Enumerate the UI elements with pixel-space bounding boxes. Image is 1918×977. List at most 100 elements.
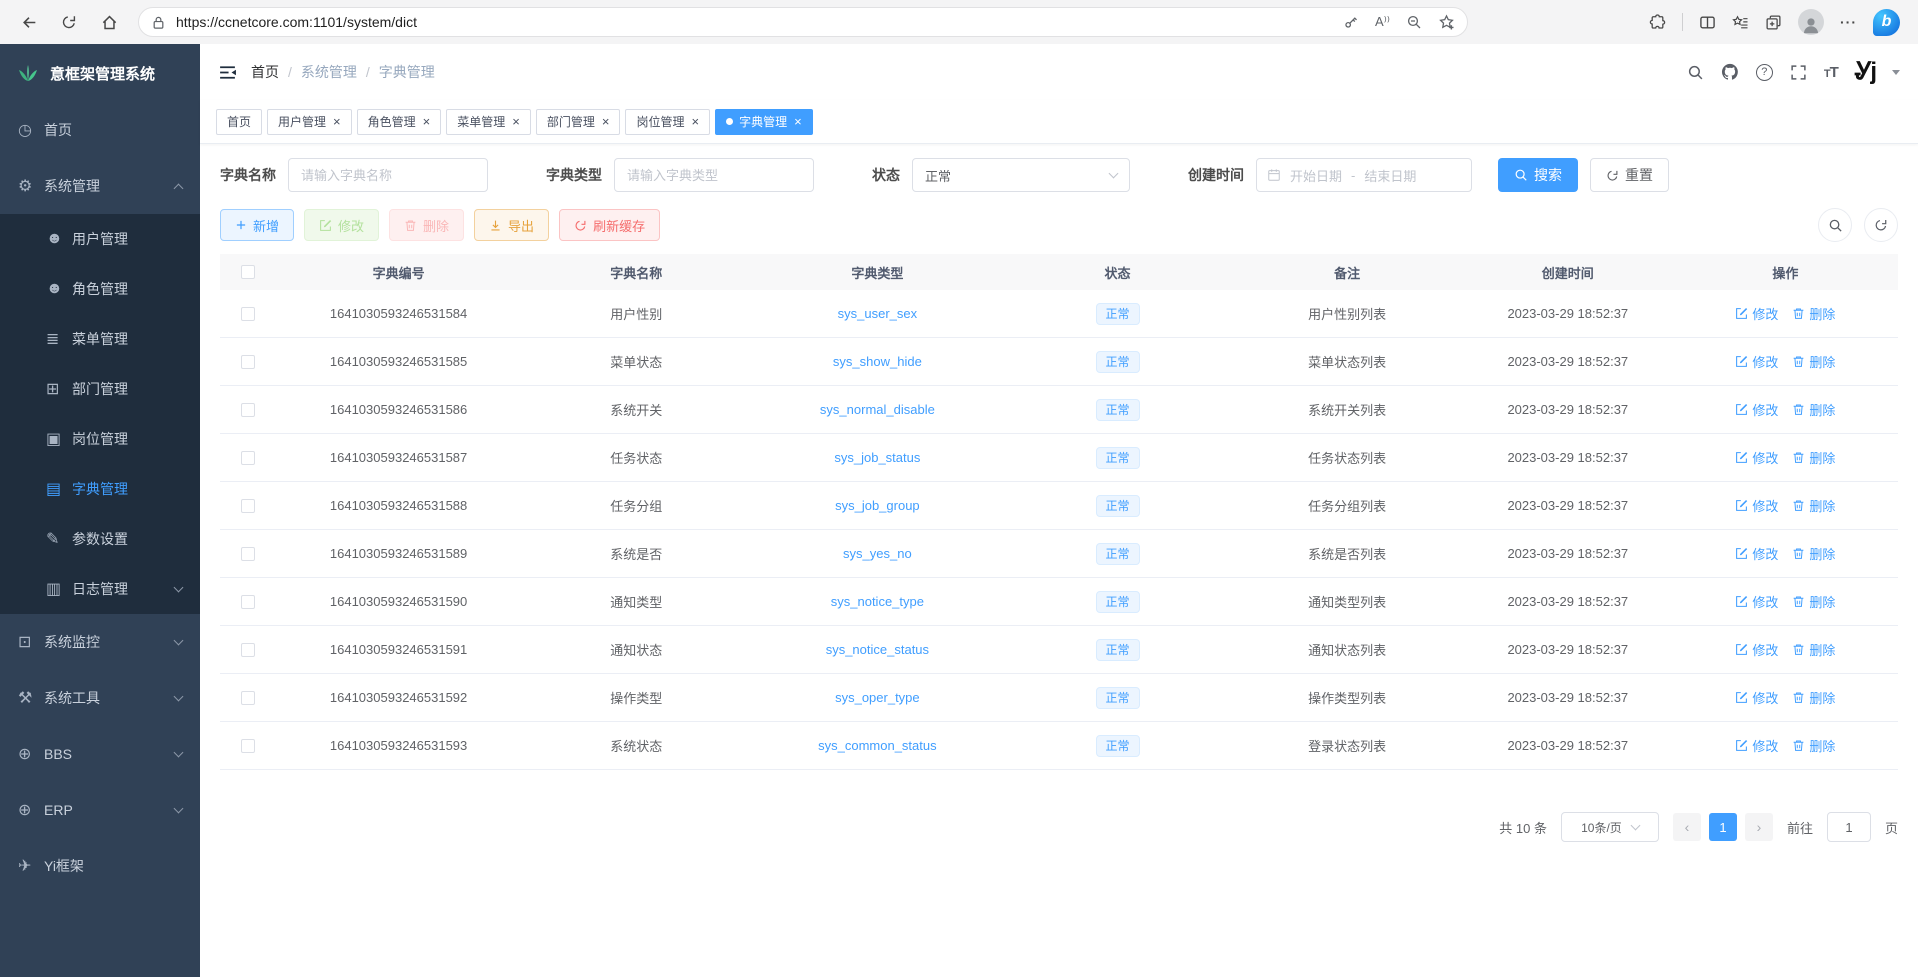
sidebar-collapse-icon[interactable] bbox=[218, 64, 237, 81]
nav-tab[interactable]: 字典管理 × bbox=[715, 109, 813, 135]
read-aloud-icon[interactable]: A⁾⁾ bbox=[1375, 14, 1390, 30]
row-delete-link[interactable]: 删除 bbox=[1792, 400, 1835, 419]
row-checkbox[interactable] bbox=[241, 355, 255, 369]
nav-tab[interactable]: 用户管理 × bbox=[267, 109, 352, 135]
dict-type-input[interactable] bbox=[614, 158, 814, 192]
export-button[interactable]: 导出 bbox=[474, 209, 549, 241]
dict-type-link[interactable]: sys_oper_type bbox=[835, 690, 920, 705]
row-delete-link[interactable]: 删除 bbox=[1792, 688, 1835, 707]
user-avatar[interactable]: Ꮍj bbox=[1855, 60, 1875, 84]
dict-type-link[interactable]: sys_show_hide bbox=[833, 354, 922, 369]
breadcrumb-home[interactable]: 首页 bbox=[251, 62, 279, 82]
sidebar-item[interactable]: ☻ 角色管理 bbox=[0, 264, 200, 314]
row-checkbox[interactable] bbox=[241, 451, 255, 465]
row-delete-link[interactable]: 删除 bbox=[1792, 592, 1835, 611]
github-icon[interactable] bbox=[1721, 63, 1739, 81]
nav-tab[interactable]: 角色管理 × bbox=[357, 109, 442, 135]
dict-type-link[interactable]: sys_notice_status bbox=[826, 642, 929, 657]
row-delete-link[interactable]: 删除 bbox=[1792, 448, 1835, 467]
address-bar[interactable]: https://ccnetcore.com:1101/system/dict A… bbox=[138, 7, 1468, 37]
sidebar-item[interactable]: ⊕ ERP bbox=[0, 782, 200, 838]
row-edit-link[interactable]: 修改 bbox=[1735, 304, 1778, 323]
sidebar-item[interactable]: ✎ 参数设置 bbox=[0, 514, 200, 564]
nav-tab[interactable]: 岗位管理 × bbox=[625, 109, 710, 135]
row-checkbox[interactable] bbox=[241, 499, 255, 513]
page-size-select[interactable]: 10条/页 bbox=[1561, 812, 1659, 842]
date-range-picker[interactable]: 开始日期 - 结束日期 bbox=[1256, 158, 1472, 192]
current-page-button[interactable]: 1 bbox=[1709, 813, 1737, 841]
sidebar-item[interactable]: ▤ 字典管理 bbox=[0, 464, 200, 514]
collections-icon[interactable] bbox=[1765, 14, 1782, 31]
add-favorite-star-icon[interactable] bbox=[1438, 14, 1455, 31]
browser-settings-menu-icon[interactable]: ··· bbox=[1840, 14, 1857, 30]
row-delete-link[interactable]: 删除 bbox=[1792, 640, 1835, 659]
row-edit-link[interactable]: 修改 bbox=[1735, 352, 1778, 371]
dict-type-link[interactable]: sys_job_status bbox=[834, 450, 920, 465]
favorites-icon[interactable] bbox=[1732, 14, 1749, 31]
row-delete-link[interactable]: 删除 bbox=[1792, 304, 1835, 323]
next-page-button[interactable]: › bbox=[1745, 813, 1773, 841]
row-checkbox[interactable] bbox=[241, 547, 255, 561]
row-checkbox[interactable] bbox=[241, 595, 255, 609]
tab-close-icon[interactable]: × bbox=[602, 115, 610, 128]
sidebar-item[interactable]: ⊕ BBS bbox=[0, 726, 200, 782]
row-edit-link[interactable]: 修改 bbox=[1735, 448, 1778, 467]
header-search-icon[interactable] bbox=[1687, 64, 1704, 81]
dict-type-link[interactable]: sys_job_group bbox=[835, 498, 920, 513]
sidebar-item[interactable]: ▥ 日志管理 bbox=[0, 564, 200, 614]
row-checkbox[interactable] bbox=[241, 691, 255, 705]
refresh-cache-button[interactable]: 刷新缓存 bbox=[559, 209, 660, 241]
password-key-icon[interactable] bbox=[1343, 14, 1359, 30]
sidebar-item[interactable]: ⊡ 系统监控 bbox=[0, 614, 200, 670]
sidebar-item[interactable]: ≣ 菜单管理 bbox=[0, 314, 200, 364]
end-date-placeholder[interactable]: 结束日期 bbox=[1364, 166, 1416, 185]
extensions-puzzle-icon[interactable] bbox=[1649, 14, 1666, 31]
browser-home-button[interactable] bbox=[94, 7, 124, 37]
row-edit-link[interactable]: 修改 bbox=[1735, 400, 1778, 419]
sidebar-item[interactable]: ☻ 用户管理 bbox=[0, 214, 200, 264]
fullscreen-icon[interactable] bbox=[1790, 64, 1807, 81]
breadcrumb-system[interactable]: 系统管理 bbox=[301, 62, 357, 82]
tab-close-icon[interactable]: × bbox=[333, 115, 341, 128]
dict-type-link[interactable]: sys_notice_type bbox=[831, 594, 924, 609]
sidebar-item[interactable]: ◷ 首页 bbox=[0, 102, 200, 158]
help-icon[interactable]: ? bbox=[1756, 64, 1773, 81]
dict-type-link[interactable]: sys_user_sex bbox=[838, 306, 917, 321]
browser-profile-avatar[interactable] bbox=[1798, 9, 1824, 35]
row-edit-link[interactable]: 修改 bbox=[1735, 688, 1778, 707]
nav-tab[interactable]: 部门管理 × bbox=[536, 109, 621, 135]
row-edit-link[interactable]: 修改 bbox=[1735, 544, 1778, 563]
start-date-placeholder[interactable]: 开始日期 bbox=[1290, 166, 1342, 185]
nav-tab[interactable]: 首页 × bbox=[216, 109, 262, 135]
row-edit-link[interactable]: 修改 bbox=[1735, 592, 1778, 611]
dict-name-input[interactable] bbox=[288, 158, 488, 192]
split-screen-icon[interactable] bbox=[1699, 14, 1716, 31]
font-size-icon[interactable]: TT bbox=[1824, 64, 1838, 81]
sidebar-item[interactable]: ⚒ 系统工具 bbox=[0, 670, 200, 726]
row-edit-link[interactable]: 修改 bbox=[1735, 736, 1778, 755]
tab-close-icon[interactable]: × bbox=[794, 115, 802, 128]
row-checkbox[interactable] bbox=[241, 403, 255, 417]
delete-button[interactable]: 删除 bbox=[389, 209, 464, 241]
sidebar-item[interactable]: ⊞ 部门管理 bbox=[0, 364, 200, 414]
user-menu-caret-icon[interactable] bbox=[1892, 70, 1900, 75]
sidebar-item[interactable]: ▣ 岗位管理 bbox=[0, 414, 200, 464]
row-edit-link[interactable]: 修改 bbox=[1735, 640, 1778, 659]
dict-type-link[interactable]: sys_common_status bbox=[818, 738, 937, 753]
url-text[interactable]: https://ccnetcore.com:1101/system/dict bbox=[176, 14, 1333, 30]
tab-close-icon[interactable]: × bbox=[423, 115, 431, 128]
row-delete-link[interactable]: 删除 bbox=[1792, 496, 1835, 515]
row-checkbox[interactable] bbox=[241, 643, 255, 657]
row-checkbox[interactable] bbox=[241, 307, 255, 321]
add-button[interactable]: 新增 bbox=[220, 209, 294, 241]
bing-chat-icon[interactable]: b bbox=[1873, 9, 1900, 36]
dict-type-link[interactable]: sys_yes_no bbox=[843, 546, 912, 561]
browser-back-button[interactable] bbox=[14, 7, 44, 37]
zoom-out-icon[interactable] bbox=[1406, 14, 1422, 30]
row-edit-link[interactable]: 修改 bbox=[1735, 496, 1778, 515]
browser-refresh-button[interactable] bbox=[54, 7, 84, 37]
goto-page-input[interactable] bbox=[1827, 812, 1871, 842]
status-select[interactable]: 正常 bbox=[912, 158, 1130, 192]
tab-close-icon[interactable]: × bbox=[512, 115, 520, 128]
row-delete-link[interactable]: 删除 bbox=[1792, 544, 1835, 563]
